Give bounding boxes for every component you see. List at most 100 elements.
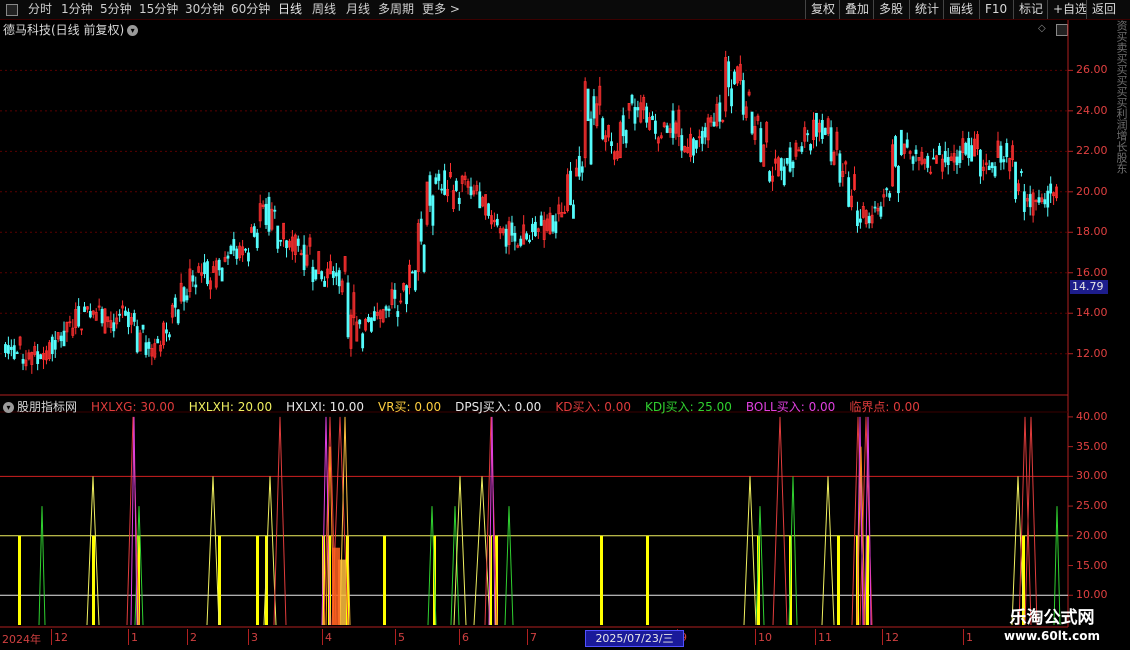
candle-body [12, 345, 16, 359]
candle-body [334, 272, 338, 277]
signal-spike [504, 506, 514, 626]
candle-body [926, 155, 930, 168]
x-axis-tick [395, 629, 396, 645]
signal-spike [1024, 416, 1038, 626]
candle-body [703, 127, 707, 138]
candle-body [867, 216, 871, 224]
candle-body [946, 157, 950, 165]
vr-buy-bar [837, 535, 840, 625]
candle-body [4, 344, 7, 354]
candle-body [589, 118, 593, 165]
candle-body [700, 130, 704, 144]
candle-body [367, 316, 370, 322]
candle-body [847, 177, 851, 207]
candle-body [118, 313, 122, 316]
x-axis-label: 12 [885, 631, 899, 644]
candle-body [525, 233, 529, 240]
candle-body [897, 165, 900, 194]
candle-body [1043, 199, 1047, 205]
candle-body [77, 306, 81, 327]
candle-body [885, 188, 889, 191]
candle-body [1022, 191, 1026, 212]
candle-body [405, 285, 408, 305]
candle-body [411, 271, 414, 274]
candle-body [337, 270, 341, 287]
candle-body [665, 125, 669, 133]
candle-body [955, 156, 959, 166]
watermark-url: www.60lt.com [1003, 629, 1101, 643]
indicator-value: DPSJ买入: 0.00 [455, 400, 542, 414]
current-price-tag: 14.79 [1070, 280, 1108, 294]
candle-body [990, 162, 994, 169]
candle-body [279, 239, 283, 242]
candle-body [905, 139, 909, 148]
candle-body [112, 322, 116, 332]
x-axis-tick [51, 629, 52, 645]
candle-body [39, 354, 42, 360]
candle-body [36, 351, 40, 364]
candle-body [487, 203, 490, 216]
y-tick-label: 12.00 [1076, 346, 1108, 360]
vr-buy-bar [92, 535, 95, 625]
candle-body [53, 339, 57, 350]
candle-body [428, 175, 432, 206]
indicator-value: KD买入: 0.00 [555, 400, 632, 414]
indicator-name[interactable]: 股朋指标网 [17, 400, 77, 414]
candle-body [894, 136, 897, 167]
indicator-y-tick: 15.00 [1076, 558, 1108, 572]
x-axis-tick [963, 629, 964, 645]
candle-body [651, 115, 654, 121]
candle-body [531, 223, 534, 233]
candle-body [779, 158, 783, 171]
x-axis-label: 5 [398, 631, 405, 644]
candle-body [220, 267, 224, 282]
candle-body [645, 106, 649, 123]
indicator-y-tick: 30.00 [1076, 469, 1108, 483]
x-axis-tick [128, 629, 129, 645]
candle-body [528, 239, 531, 242]
candle-body [229, 245, 233, 255]
x-axis-tick [755, 629, 756, 645]
x-axis-label: 1 [131, 631, 138, 644]
candle-body [182, 287, 186, 302]
signal-spike [821, 476, 835, 626]
candle-body [191, 275, 195, 282]
candle-body [173, 297, 177, 308]
candle-body [692, 138, 695, 156]
chevron-down-icon[interactable]: ▾ [3, 402, 14, 413]
candle-body [964, 142, 968, 155]
candle-body [911, 156, 915, 164]
candle-body [1020, 171, 1023, 173]
candle-body [800, 146, 804, 152]
candle-body [551, 215, 555, 232]
x-axis-tick [322, 629, 323, 645]
candle-body [88, 311, 92, 318]
candle-body [413, 270, 417, 291]
candle-body [630, 94, 634, 104]
x-axis-tick [459, 629, 460, 645]
x-axis-label: 1 [966, 631, 973, 644]
candle-body [346, 282, 350, 338]
candle-body [727, 61, 731, 88]
candle-body [1005, 143, 1009, 158]
candle-body [636, 107, 640, 111]
x-axis-label: 12 [54, 631, 68, 644]
x-axis-label: 6 [462, 631, 469, 644]
candle-body [431, 195, 435, 226]
candle-body [372, 311, 376, 321]
y-tick-label: 14.00 [1076, 306, 1108, 320]
candle-body [217, 259, 221, 271]
candle-body [695, 140, 698, 149]
candle-body [419, 218, 423, 242]
candle-body [788, 147, 792, 172]
indicator-value: BOLL买入: 0.00 [745, 400, 836, 414]
candle-body [610, 141, 613, 146]
y-tick-label: 24.00 [1076, 103, 1108, 117]
candle-body [15, 352, 19, 355]
watermark-title: 乐淘公式网 [1009, 608, 1095, 628]
candle-body [979, 149, 982, 177]
vr-buy-bar [646, 535, 649, 625]
candle-body [285, 240, 288, 249]
candle-body [311, 266, 315, 283]
indicator-value: VR买: 0.00 [377, 400, 442, 414]
